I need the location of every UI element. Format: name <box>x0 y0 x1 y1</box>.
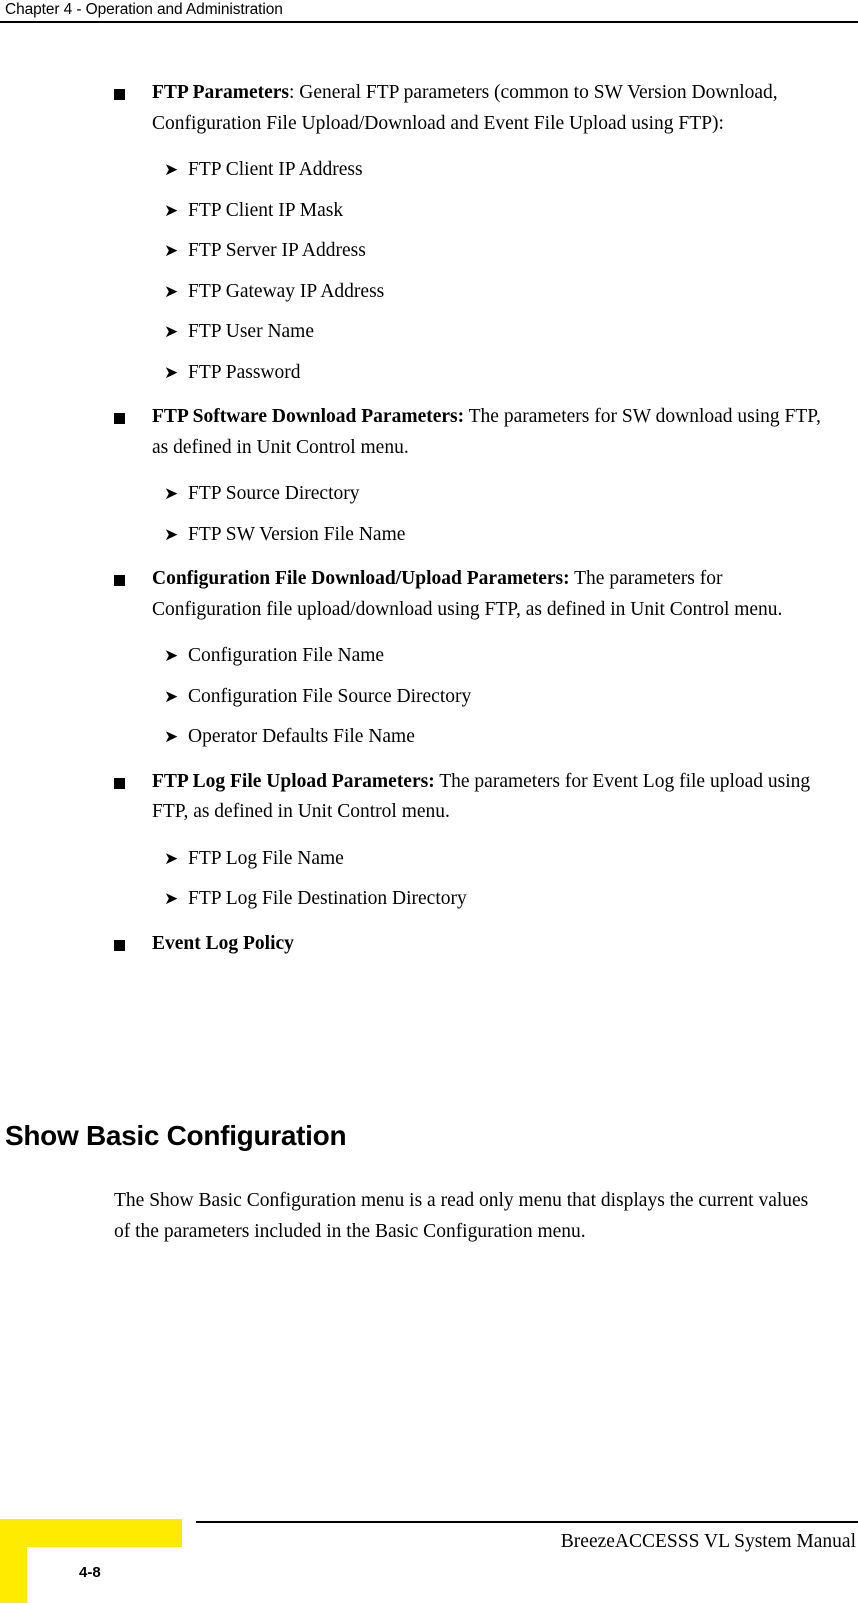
page-footer: BreezeACCESSS VL System Manual 4-8 <box>0 1490 858 1603</box>
bullet-item: FTP Software Download Parameters: The pa… <box>0 402 858 463</box>
arrow-bullet-icon: ➤ <box>164 889 179 909</box>
sub-bullet-item: ➤ FTP Log File Destination Directory <box>0 884 858 915</box>
sub-bullet-label: FTP Server IP Address <box>188 240 366 261</box>
sub-bullet-label: FTP SW Version File Name <box>188 523 406 545</box>
bullet-lead-text: FTP Log File Upload Parameters: <box>152 770 435 792</box>
sub-bullet-item: ➤ FTP Client IP Mask <box>0 196 858 227</box>
arrow-bullet-icon: ➤ <box>164 686 179 707</box>
sub-bullet-label: Configuration File Source Directory <box>188 685 472 707</box>
sub-bullet-label: FTP Client IP Mask <box>188 199 344 221</box>
arrow-bullet-icon: ➤ <box>164 362 179 383</box>
square-bullet-icon <box>114 777 125 789</box>
sub-bullet-label: Configuration File Name <box>188 645 385 666</box>
sub-bullet-label: FTP Password <box>188 361 301 383</box>
bullet-lead-text: FTP Parameters <box>152 82 289 103</box>
corner-mark-top-bar <box>0 1519 182 1547</box>
sub-bullet-label: Operator Defaults File Name <box>188 726 415 747</box>
square-bullet-icon <box>114 939 125 951</box>
arrow-bullet-icon: ➤ <box>164 727 179 747</box>
sub-bullet-label: FTP Client IP Address <box>188 159 363 180</box>
sub-bullet-item: ➤ FTP SW Version File Name <box>0 520 858 551</box>
section-paragraph: The Show Basic Configuration menu is a r… <box>114 1190 809 1242</box>
document-content: FTP Parameters: General FTP parameters (… <box>0 78 858 964</box>
header-chapter-title: Chapter 4 - Operation and Administration <box>5 1 283 18</box>
square-bullet-icon <box>114 89 125 100</box>
sub-bullet-label: FTP Gateway IP Address <box>188 280 385 302</box>
sub-bullet-item: ➤ Configuration File Source Directory <box>0 682 858 713</box>
yellow-corner-mark-icon <box>0 1519 182 1603</box>
sub-bullet-item: ➤ FTP Client IP Address <box>0 155 858 186</box>
sub-bullet-item: ➤ Configuration File Name <box>0 641 858 672</box>
sub-bullet-label: FTP Log File Name <box>188 847 344 869</box>
arrow-bullet-icon: ➤ <box>164 848 179 869</box>
sub-bullet-item: ➤ Operator Defaults File Name <box>0 722 858 753</box>
arrow-bullet-icon: ➤ <box>164 322 179 342</box>
corner-mark-left-bar <box>0 1547 27 1603</box>
footer-page-number: 4-8 <box>79 1564 101 1581</box>
sub-bullet-item: ➤ FTP Log File Name <box>0 844 858 875</box>
sub-bullet-item: ➤ FTP Server IP Address <box>0 236 858 267</box>
arrow-bullet-icon: ➤ <box>164 524 179 545</box>
bullet-lead-text: Configuration File Download/Upload Param… <box>152 568 570 589</box>
sub-bullet-item: ➤ FTP Gateway IP Address <box>0 277 858 308</box>
section-heading: Show Basic Configuration <box>5 1120 347 1151</box>
header-divider <box>0 21 858 23</box>
footer-divider <box>196 1521 858 1523</box>
bullet-lead-text: Event Log Policy <box>152 932 294 954</box>
arrow-bullet-icon: ➤ <box>164 200 179 221</box>
sub-bullet-label: FTP User Name <box>188 321 315 342</box>
arrow-bullet-icon: ➤ <box>164 241 179 261</box>
arrow-bullet-icon: ➤ <box>164 281 179 302</box>
sub-bullet-item: ➤ FTP Password <box>0 358 858 389</box>
sub-bullet-label: FTP Source Directory <box>188 483 360 504</box>
sub-bullet-item: ➤ FTP User Name <box>0 317 858 348</box>
bullet-item: FTP Parameters: General FTP parameters (… <box>0 78 858 139</box>
sub-bullet-item: ➤ FTP Source Directory <box>0 479 858 510</box>
bullet-item: Event Log Policy <box>0 929 858 960</box>
bullet-item: Configuration File Download/Upload Param… <box>0 564 858 625</box>
sub-bullet-label: FTP Log File Destination Directory <box>188 888 467 909</box>
bullet-lead-text: FTP Software Download Parameters: <box>152 406 465 427</box>
arrow-bullet-icon: ➤ <box>164 160 179 180</box>
footer-manual-title: BreezeACCESSS VL System Manual <box>560 1531 856 1552</box>
arrow-bullet-icon: ➤ <box>164 484 179 504</box>
square-bullet-icon <box>114 413 125 424</box>
page-header: Chapter 4 - Operation and Administration <box>0 0 858 24</box>
bullet-item: FTP Log File Upload Parameters: The para… <box>0 767 858 828</box>
square-bullet-icon <box>114 575 125 586</box>
arrow-bullet-icon: ➤ <box>164 646 179 666</box>
